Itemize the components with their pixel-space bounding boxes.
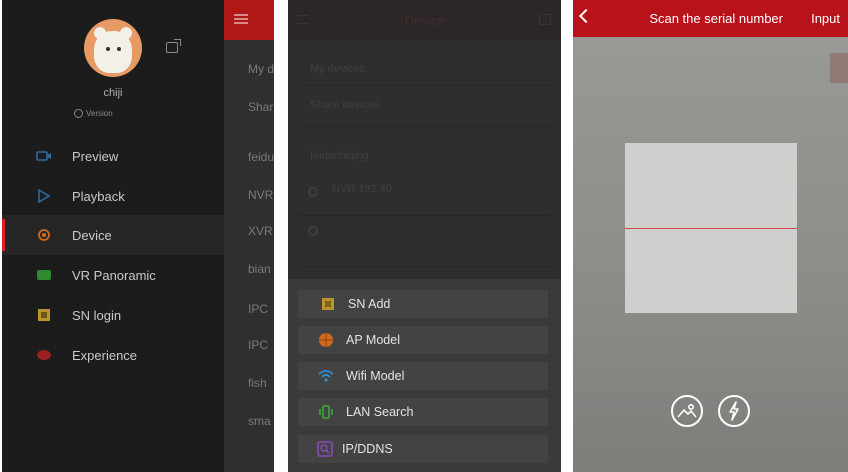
background-list-item: NVR bbox=[248, 188, 274, 202]
device-add-screen: Device My devices Share devices feiduchi… bbox=[288, 0, 561, 472]
lan-search-button[interactable]: LAN Search bbox=[298, 398, 548, 426]
background-list-item: XVR bbox=[248, 224, 273, 238]
lan-search-icon bbox=[319, 405, 333, 419]
version-label: Version bbox=[86, 109, 113, 118]
wifi-icon bbox=[318, 370, 334, 382]
divider bbox=[298, 85, 551, 86]
nav-label: Experience bbox=[72, 347, 138, 363]
page-title: Device bbox=[404, 13, 445, 28]
vr-panoramic-icon bbox=[37, 270, 51, 280]
dimmed-list-item: Share devices bbox=[310, 99, 380, 111]
scan-line bbox=[625, 228, 797, 229]
nav-label: Device bbox=[72, 227, 112, 243]
camera-preview-blur bbox=[830, 53, 848, 83]
flash-icon[interactable] bbox=[718, 395, 750, 427]
page-title: Scan the serial number bbox=[649, 11, 783, 26]
side-menu-screen: My d Shar feidu NVR XVR bian IPC IPC fis… bbox=[2, 0, 274, 472]
background-list-item: My d bbox=[248, 62, 274, 76]
add-device-icon bbox=[539, 14, 551, 25]
background-list-item: IPC bbox=[248, 338, 269, 352]
status-icon bbox=[308, 226, 318, 236]
ap-globe-icon bbox=[319, 333, 333, 347]
device-gear-icon bbox=[38, 229, 50, 241]
nav-item-preview[interactable]: Preview bbox=[2, 136, 224, 176]
menu-icon[interactable] bbox=[234, 14, 248, 24]
nav-item-sn-login[interactable]: SN login bbox=[2, 295, 224, 335]
add-device-sheet: SN Add AP Model Wifi Model LAN Search IP… bbox=[288, 279, 561, 472]
divider bbox=[298, 126, 551, 127]
ip-ddns-icon bbox=[317, 441, 333, 457]
nav-item-experience[interactable]: Experience bbox=[2, 335, 224, 375]
background-list-item: feidu bbox=[248, 150, 274, 164]
background-list-item: sma bbox=[248, 414, 271, 428]
background-list-item: fish bbox=[248, 376, 267, 390]
sn-add-button[interactable]: SN Add bbox=[298, 290, 548, 318]
background-list-item: Shar bbox=[248, 100, 274, 114]
ip-ddns-button[interactable]: IP/DDNS bbox=[298, 435, 548, 463]
navigation-drawer: chiji Version Preview Playback Device VR… bbox=[2, 0, 224, 472]
nav-label: Preview bbox=[72, 148, 119, 164]
divider bbox=[298, 215, 551, 216]
background-list-item: bian bbox=[248, 262, 271, 276]
nav-item-device[interactable]: Device bbox=[2, 215, 224, 255]
nav-item-vr-panoramic[interactable]: VR Panoramic bbox=[2, 255, 224, 295]
scan-serial-screen: Scan the serial number Input bbox=[573, 0, 848, 472]
sheet-button-label: IP/DDNS bbox=[342, 442, 393, 456]
background-header bbox=[224, 0, 274, 40]
dimmed-header: Device bbox=[288, 0, 561, 40]
nav-label: SN login bbox=[72, 307, 122, 323]
scan-header: Scan the serial number Input bbox=[573, 0, 848, 37]
sheet-button-label: Wifi Model bbox=[346, 369, 405, 383]
gallery-icon[interactable] bbox=[671, 395, 703, 427]
nav-label: VR Panoramic bbox=[72, 267, 156, 283]
divider bbox=[298, 266, 551, 267]
version-info: Version bbox=[74, 109, 113, 118]
wifi-model-button[interactable]: Wifi Model bbox=[298, 362, 548, 390]
username: chiji bbox=[103, 87, 123, 99]
sheet-button-label: SN Add bbox=[348, 297, 391, 311]
playback-icon bbox=[38, 189, 51, 203]
status-icon bbox=[308, 187, 318, 197]
ap-model-button[interactable]: AP Model bbox=[298, 326, 548, 354]
sn-login-icon bbox=[38, 309, 50, 321]
sn-add-icon bbox=[322, 298, 334, 310]
input-button[interactable]: Input bbox=[811, 11, 840, 26]
camera-icon bbox=[36, 151, 51, 161]
version-icon bbox=[74, 109, 83, 118]
background-list-item: IPC bbox=[248, 302, 269, 316]
dimmed-list-item: My devices bbox=[310, 63, 366, 75]
sheet-button-label: AP Model bbox=[346, 333, 400, 347]
nav-item-playback[interactable]: Playback bbox=[2, 176, 224, 216]
avatar[interactable] bbox=[84, 19, 142, 77]
edit-profile-icon[interactable] bbox=[166, 39, 181, 53]
sheet-button-label: LAN Search bbox=[346, 405, 414, 419]
dimmed-list-item: feiduchiqing bbox=[310, 150, 369, 162]
experience-icon bbox=[37, 350, 51, 360]
scan-frame bbox=[625, 143, 797, 313]
nav-label: Playback bbox=[72, 188, 125, 204]
dimmed-list-item: NVR 192.40 bbox=[332, 183, 392, 195]
